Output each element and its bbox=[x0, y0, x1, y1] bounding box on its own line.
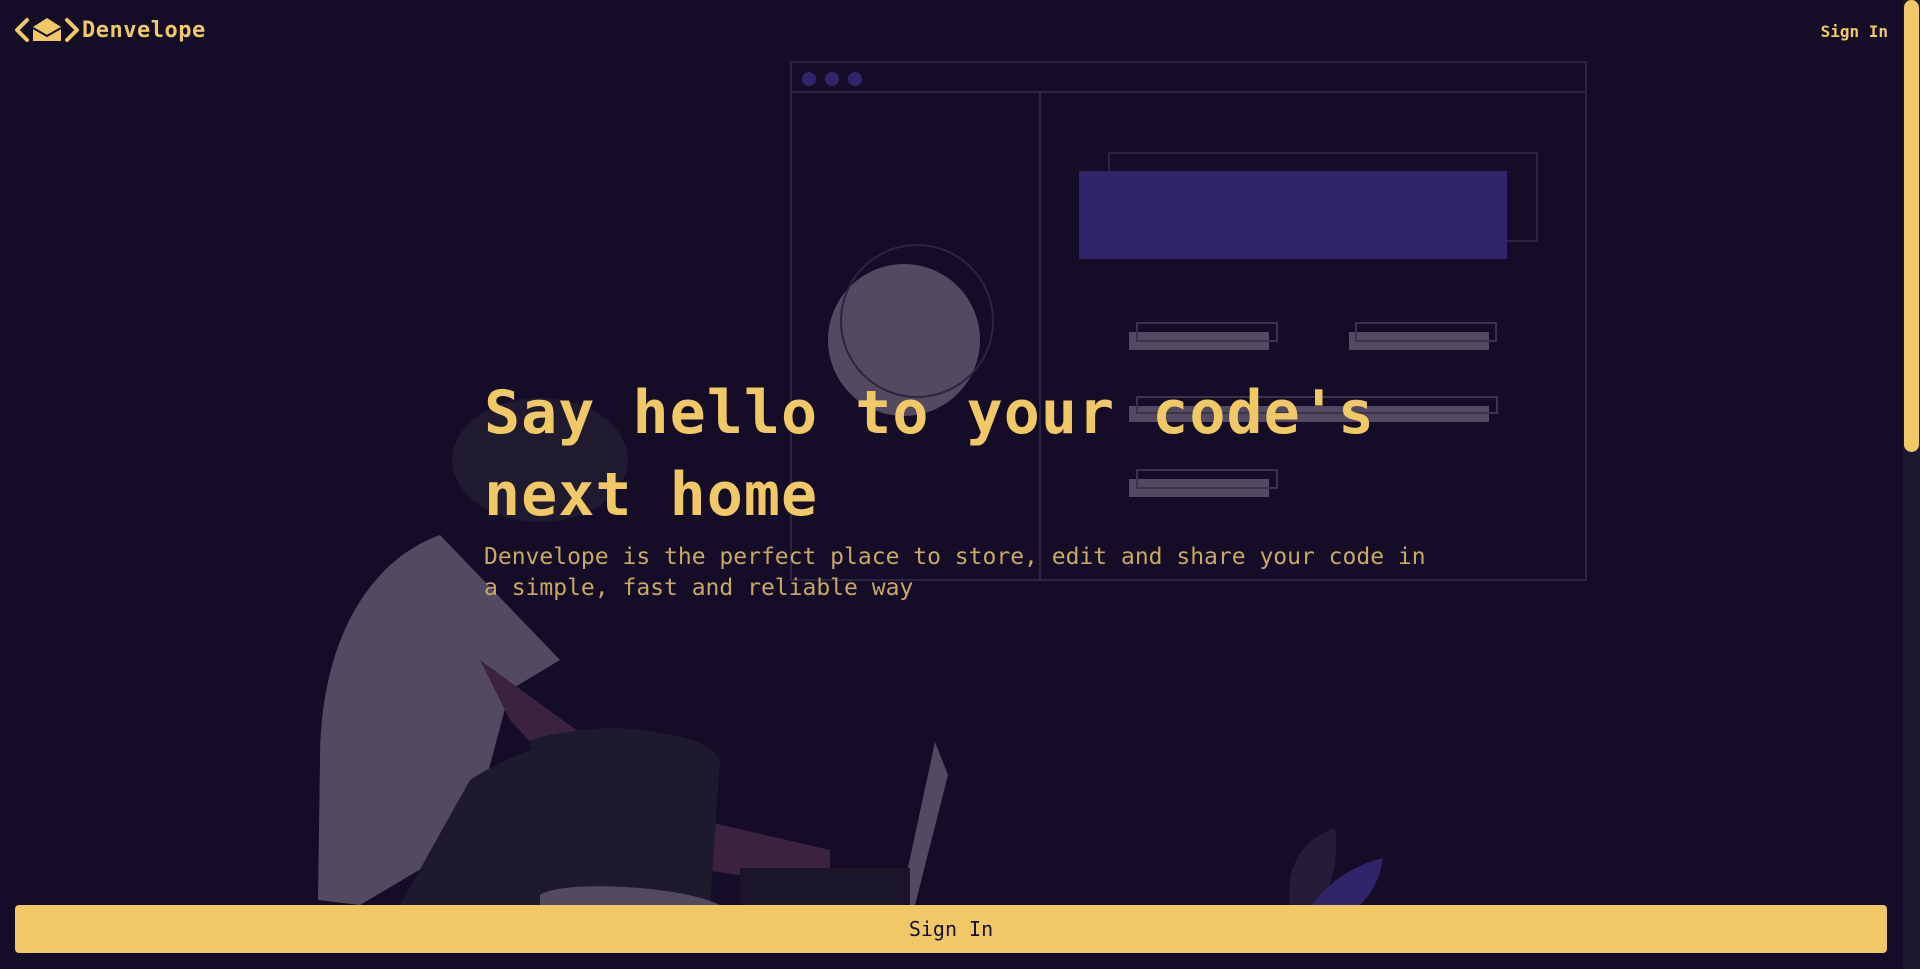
hero-title-line1: Say hello to your code's bbox=[484, 378, 1375, 448]
scrollbar[interactable] bbox=[1903, 0, 1920, 969]
scrollbar-thumb[interactable] bbox=[1904, 0, 1919, 452]
laptop-illustration bbox=[740, 742, 948, 905]
hero-subtitle: Denvelope is the perfect place to store,… bbox=[484, 544, 1426, 601]
window-dots-illustration bbox=[802, 72, 862, 86]
hero-title: Say hello to your code's next home bbox=[484, 372, 1484, 536]
signin-button[interactable]: Sign In bbox=[15, 905, 1887, 953]
hero-title-line2: next home bbox=[484, 460, 819, 530]
plant-illustration bbox=[1289, 828, 1383, 905]
hero-section: Say hello to your code's next home Denve… bbox=[484, 372, 1484, 604]
banner-block-illustration bbox=[1079, 171, 1507, 259]
